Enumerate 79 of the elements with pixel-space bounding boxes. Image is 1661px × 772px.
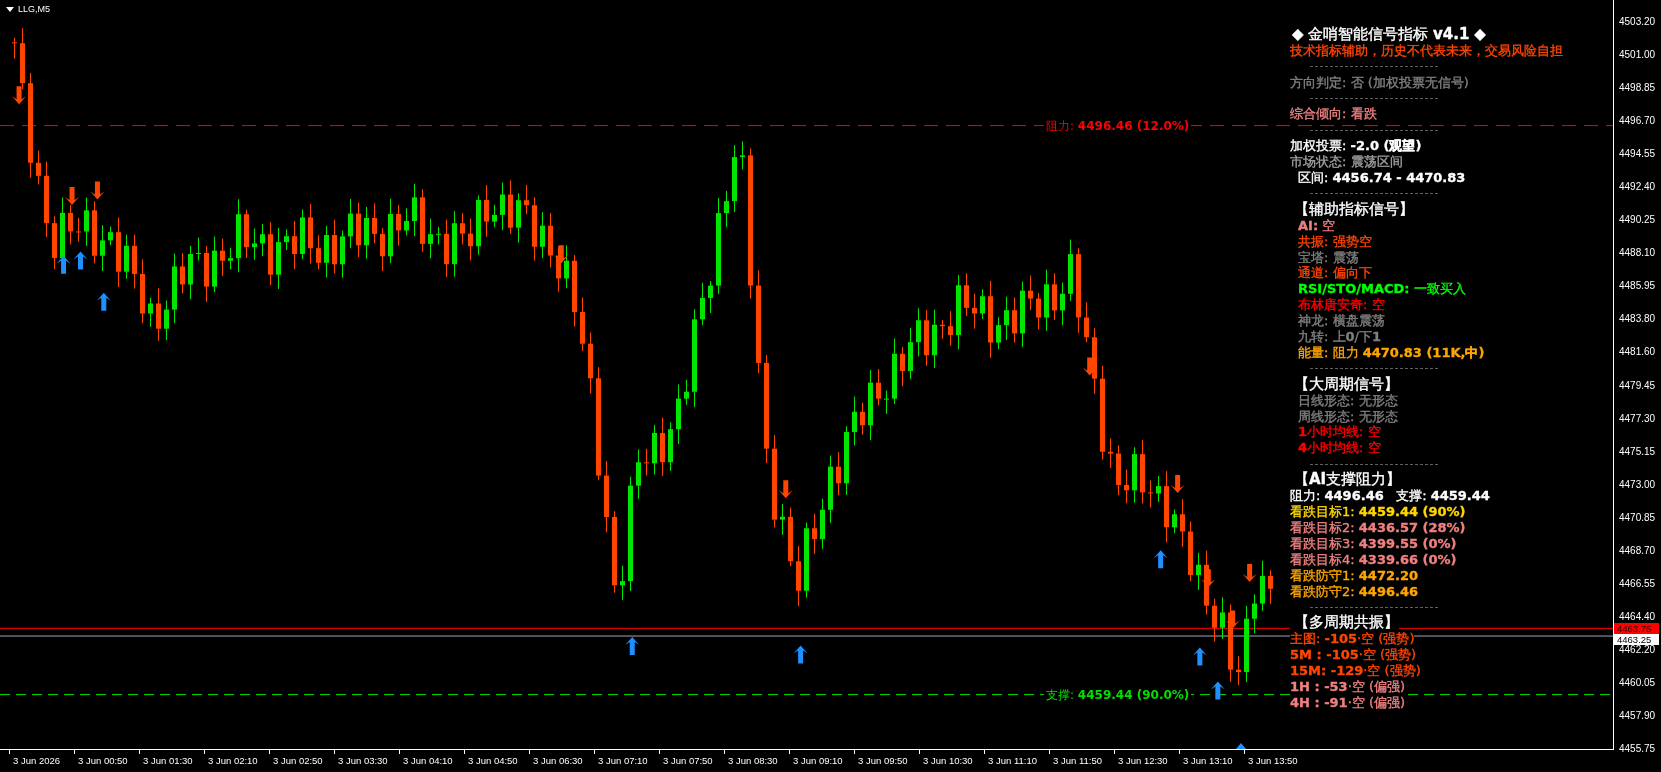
down-arrow-icon (1242, 563, 1257, 582)
indicator-text: 看跌目标1: 4459.44 (90%) (1290, 504, 1466, 520)
down-arrow-icon (1201, 569, 1216, 588)
price-label: 4494.55 (1619, 149, 1656, 160)
time-label: 3 Jun 10:30 (923, 755, 973, 766)
time-label: 3 Jun 11:10 (988, 755, 1037, 766)
up-arrow-icon (96, 292, 111, 311)
price-label: 4462.20 (1619, 644, 1656, 655)
indicator-text: 方向判定: 否 (加权投票无信号) (1290, 74, 1469, 91)
resistance-label: 阻力: 4496.46 (12.0%) (1044, 118, 1192, 133)
down-arrow-icon (778, 480, 793, 499)
price-label: 4481.60 (1619, 347, 1656, 358)
indicator-text: 加权投票: -2.0 (观望) (1290, 138, 1422, 155)
price-label: 4479.45 (1619, 380, 1656, 391)
time-label: 3 Jun 13:10 (1183, 755, 1233, 766)
time-label: 3 Jun 11:50 (1053, 755, 1102, 766)
price-label: 4501.00 (1619, 50, 1656, 61)
time-label: 3 Jun 04:50 (468, 755, 518, 766)
up-arrow-icon (1210, 681, 1225, 700)
time-label: 3 Jun 02:10 (208, 755, 258, 766)
price-label: 4488.10 (1619, 248, 1656, 259)
down-arrow-icon (90, 181, 105, 200)
marker-icon (1236, 743, 1246, 749)
down-arrow-icon (554, 245, 569, 264)
price-label: 4498.85 (1619, 83, 1656, 94)
price-label: 4460.05 (1619, 677, 1656, 688)
time-label: 3 Jun 09:50 (858, 755, 908, 766)
price-label: 4492.40 (1619, 182, 1656, 193)
price-label: 4496.70 (1619, 116, 1656, 127)
down-arrow-icon (1170, 474, 1185, 493)
indicator-text: 市场状态: 震荡区间 (1290, 154, 1403, 170)
indicator-text: 主图: -105·空 (强势) (1290, 631, 1415, 648)
up-arrow-icon (793, 645, 808, 664)
price-label: 4485.95 (1619, 281, 1656, 292)
up-arrow-icon (73, 251, 88, 270)
price-label: 4470.85 (1619, 512, 1656, 523)
price-label: 4464.40 (1619, 611, 1656, 622)
time-label: 3 Jun 02:50 (273, 755, 323, 766)
indicator-text: 综合倾向: 看跌 (1290, 106, 1377, 123)
ask-price-tag: 4463.75 (1614, 622, 1659, 634)
time-label: 3 Jun 06:30 (533, 755, 583, 766)
time-label: 3 Jun 13:50 (1248, 755, 1298, 766)
dropdown-triangle-icon[interactable] (6, 6, 14, 12)
time-label: 3 Jun 07:50 (663, 755, 713, 766)
support-label: 支撑: 4459.44 (90.0%) (1044, 687, 1192, 702)
time-label: 3 Jun 09:10 (793, 755, 843, 766)
time-label: 3 Jun 12:30 (1118, 755, 1168, 766)
price-label: 4457.90 (1619, 711, 1656, 721)
down-arrow-icon (65, 186, 79, 205)
indicator-text: 15M: -129·空 (强势) (1290, 663, 1421, 679)
up-arrow-icon (625, 637, 640, 655)
indicator-text: 5M : -105·空 (强势) (1290, 647, 1417, 664)
price-label: 4475.15 (1619, 446, 1656, 457)
up-arrow-icon (56, 255, 71, 274)
price-label: 4477.30 (1619, 413, 1656, 424)
time-label: 3 Jun 04:10 (403, 755, 453, 766)
time-label: 3 Jun 2026 (13, 755, 60, 766)
time-label: 3 Jun 01:30 (143, 755, 193, 766)
price-label: 4503.20 (1619, 17, 1656, 27)
panel-title: ◆ 金哨智能信号指标 v4.1 ◆ (1290, 27, 1486, 43)
section-heading: 【多周期共振】 (1290, 615, 1399, 632)
price-label: 4468.70 (1619, 545, 1656, 556)
price-label: 4490.25 (1619, 215, 1656, 226)
time-label: 3 Jun 07:10 (598, 755, 648, 766)
chart-symbol: LLG,M5 (18, 4, 50, 14)
price-label: 4455.75 (1619, 744, 1656, 755)
down-arrow-icon (1225, 610, 1240, 629)
price-label: 4483.80 (1619, 314, 1656, 325)
up-arrow-icon (1153, 550, 1168, 569)
indicator-text: 技术指标辅助，历史不代表未来，交易风险自担 (1290, 42, 1563, 59)
time-label: 3 Jun 08:30 (728, 755, 778, 766)
up-arrow-icon (1192, 647, 1207, 666)
indicator-text: 阻力: 4496.46 支撑: 4459.44 (1290, 488, 1490, 505)
price-label: 4473.00 (1619, 479, 1656, 490)
time-label: 3 Jun 03:30 (338, 755, 388, 766)
price-label: 4466.55 (1619, 578, 1656, 589)
down-arrow-icon (12, 86, 27, 105)
bid-price-tag: 4463.25 (1614, 633, 1659, 645)
time-label: 3 Jun 00:50 (78, 755, 128, 766)
